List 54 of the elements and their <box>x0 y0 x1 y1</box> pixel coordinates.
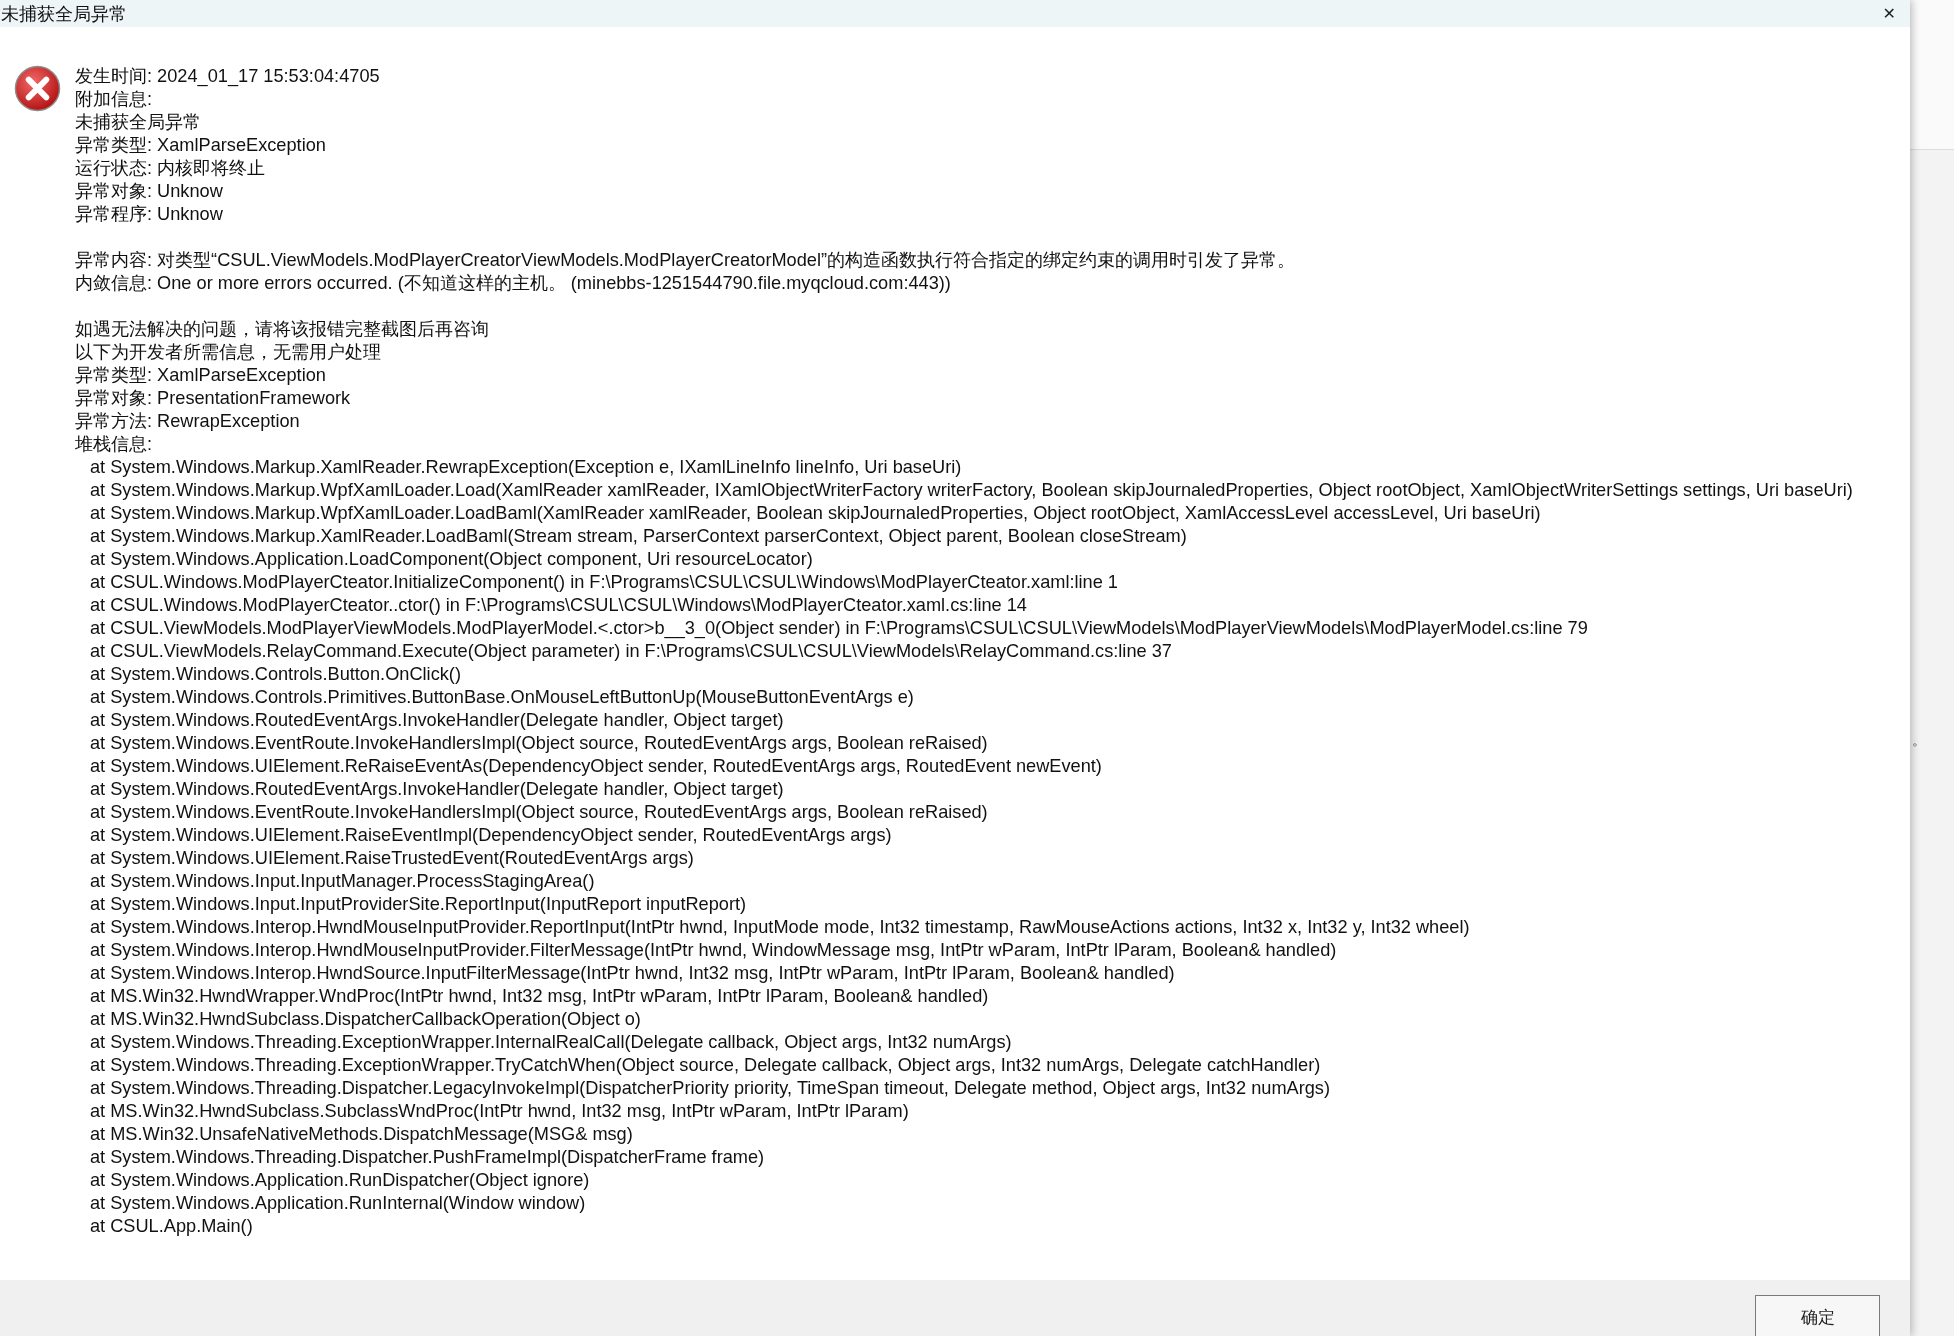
stack-trace-line: at MS.Win32.HwndWrapper.WndProc(IntPtr hwnd, Int32 msg, IntPtr wParam, IntPtr lParam, Boolean& handled) <box>89 985 989 1008</box>
error-icon <box>14 65 61 112</box>
stack-trace-line: at System.Windows.Input.InputManager.ProcessStagingArea() <box>89 870 595 893</box>
message-line: 如遇无法解决的问题，请将该报错完整截图后再咨询 <box>75 318 489 341</box>
stack-trace-line: at System.Windows.Markup.XamlReader.LoadBaml(Stream stream, ParserContext parserContext, Object parent, Boolean closeStream) <box>89 525 1187 548</box>
message-line: 异常程序: Unknow <box>75 203 223 226</box>
message-line: 附加信息: <box>75 88 153 111</box>
message-line: 异常类型: XamlParseException <box>75 134 326 157</box>
stack-trace-line: at CSUL.App.Main() <box>89 1215 253 1238</box>
stack-trace-line: at System.Windows.UIElement.RaiseEventImpl(DependencyObject sender, RoutedEventArgs args) <box>89 824 892 847</box>
stack-trace-line: at System.Windows.RoutedEventArgs.InvokeHandler(Delegate handler, Object target) <box>89 709 784 732</box>
stack-trace-line: at System.Windows.Threading.Dispatcher.LegacyInvokeImpl(DispatcherPriority priority, TimeSpan timeout, Delegate method, Object args, Int32 numArgs) <box>89 1077 1330 1100</box>
stack-trace-line: at CSUL.Windows.ModPlayerCteator..ctor() in F:\Programs\CSUL\CSUL\Windows\ModPlayerCteator.xaml.cs:line 14 <box>89 594 1027 617</box>
stack-trace-line: at CSUL.Windows.ModPlayerCteator.InitializeComponent() in F:\Programs\CSUL\CSUL\Windows\ModPlayerCteator.xaml:line 1 <box>89 571 1118 594</box>
stack-trace-line: at System.Windows.Threading.ExceptionWrapper.TryCatchWhen(Object source, Delegate callback, Object args, Int32 numArgs, Delegate catchHandler) <box>89 1054 1321 1077</box>
stack-trace-line: at System.Windows.UIElement.ReRaiseEventAs(DependencyObject sender, RoutedEventArgs args, RoutedEvent newEvent) <box>89 755 1102 778</box>
stack-trace-line: at System.Windows.UIElement.RaiseTrustedEvent(RoutedEventArgs args) <box>89 847 694 870</box>
message-line: 内敛信息: One or more errors occurred. (不知道这样的主机。 (minebbs-1251544790.file.myqcloud.com:443)) <box>75 272 951 295</box>
message-line: 异常方法: RewrapException <box>75 410 300 433</box>
stack-trace-line: at System.Windows.Threading.ExceptionWrapper.InternalRealCall(Delegate callback, Object args, Int32 numArgs) <box>89 1031 1012 1054</box>
stack-trace-line: at System.Windows.Interop.HwndSource.InputFilterMessage(IntPtr hwnd, Int32 msg, IntPtr wParam, IntPtr lParam, Boolean& handled) <box>89 962 1175 985</box>
stack-trace-line: at System.Windows.Controls.Button.OnClick() <box>89 663 461 686</box>
stack-trace-line: at System.Windows.Interop.HwndMouseInputProvider.ReportInput(IntPtr hwnd, InputMode mode, Int32 timestamp, RawMouseActions actions, Int32 x, Int32 y, Int32 wheel) <box>89 916 1470 939</box>
stack-trace-line: at System.Windows.Application.LoadComponent(Object component, Uri resourceLocator) <box>89 548 813 571</box>
message-line: 异常类型: XamlParseException <box>75 364 326 387</box>
stack-trace-line: at System.Windows.Markup.WpfXamlLoader.LoadBaml(XamlReader xamlReader, Boolean skipJournaledProperties, Object rootObject, XamlAccessLevel accessLevel, Uri baseUri) <box>89 502 1541 525</box>
stack-trace-line: at System.Windows.Application.RunInternal(Window window) <box>89 1192 586 1215</box>
close-button[interactable]: ✕ <box>1868 5 1910 22</box>
stack-trace-line: at System.Windows.EventRoute.InvokeHandlersImpl(Object source, RoutedEventArgs args, Boolean reRaised) <box>89 732 988 755</box>
stack-trace-line: at MS.Win32.HwndSubclass.SubclassWndProc(IntPtr hwnd, Int32 msg, IntPtr wParam, IntPtr lParam) <box>89 1100 909 1123</box>
stack-trace-line: at CSUL.ViewModels.ModPlayerViewModels.ModPlayerModel.<.ctor>b__3_0(Object sender) in F:\Programs\CSUL\CSUL\ViewModels\ModPlayerViewModels\ModPlayerModel.cs:line 79 <box>89 617 1588 640</box>
message-line: 发生时间: 2024_01_17 15:53:04:4705 <box>75 65 380 88</box>
stack-trace-line: at System.Windows.Controls.Primitives.ButtonBase.OnMouseLeftButtonUp(MouseButtonEventArgs e) <box>89 686 914 709</box>
stack-trace-line: at System.Windows.RoutedEventArgs.InvokeHandler(Delegate handler, Object target) <box>89 778 784 801</box>
message-line: 异常对象: Unknow <box>75 180 223 203</box>
background-text: 。 <box>1912 731 1926 750</box>
stack-trace-line: at MS.Win32.HwndSubclass.DispatcherCallbackOperation(Object o) <box>89 1008 641 1031</box>
message-line: 异常对象: PresentationFramework <box>75 387 351 410</box>
stack-trace-line: at System.Windows.Threading.Dispatcher.PushFrameImpl(DispatcherFrame frame) <box>89 1146 765 1169</box>
message-line: 异常内容: 对类型“CSUL.ViewModels.ModPlayerCreatorViewModels.ModPlayerCreatorModel”的构造函数执行符合指定的绑定约束的调用时引发了异常。 <box>75 249 1296 272</box>
message-line: 运行状态: 内核即将终止 <box>75 157 266 180</box>
stack-trace-line: at System.Windows.Markup.WpfXamlLoader.Load(XamlReader xamlReader, IXamlObjectWriterFactory writerFactory, Boolean skipJournaledProperties, Object rootObject, XamlObjectWriterSettings settings, Uri baseUri) <box>89 479 1853 502</box>
message-line: 以下为开发者所需信息，无需用户处理 <box>75 341 381 364</box>
stack-trace-line: at System.Windows.Application.RunDispatcher(Object ignore) <box>89 1169 590 1192</box>
stack-trace-line: at CSUL.ViewModels.RelayCommand.Execute(Object parameter) in F:\Programs\CSUL\CSUL\ViewModels\RelayCommand.cs:line 37 <box>89 640 1172 663</box>
stack-trace-line: at System.Windows.Input.InputProviderSite.ReportInput(InputReport inputReport) <box>89 893 747 916</box>
message-line: 堆栈信息: <box>75 433 153 456</box>
ok-button[interactable]: 确定 <box>1755 1295 1880 1336</box>
message-line: 未捕获全局异常 <box>75 111 201 134</box>
window-title: 未捕获全局异常 <box>1 4 127 23</box>
stack-trace-line: at MS.Win32.UnsafeNativeMethods.DispatchMessage(MSG& msg) <box>89 1123 633 1146</box>
stack-trace-line: at System.Windows.Interop.HwndMouseInputProvider.FilterMessage(IntPtr hwnd, WindowMessage msg, IntPtr wParam, IntPtr lParam, Boolean& handled) <box>89 939 1337 962</box>
stack-trace-line: at System.Windows.EventRoute.InvokeHandlersImpl(Object source, RoutedEventArgs args, Boolean reRaised) <box>89 801 988 824</box>
stack-trace-line: at System.Windows.Markup.XamlReader.RewrapException(Exception e, IXamlLineInfo lineInfo, Uri baseUri) <box>89 456 962 479</box>
